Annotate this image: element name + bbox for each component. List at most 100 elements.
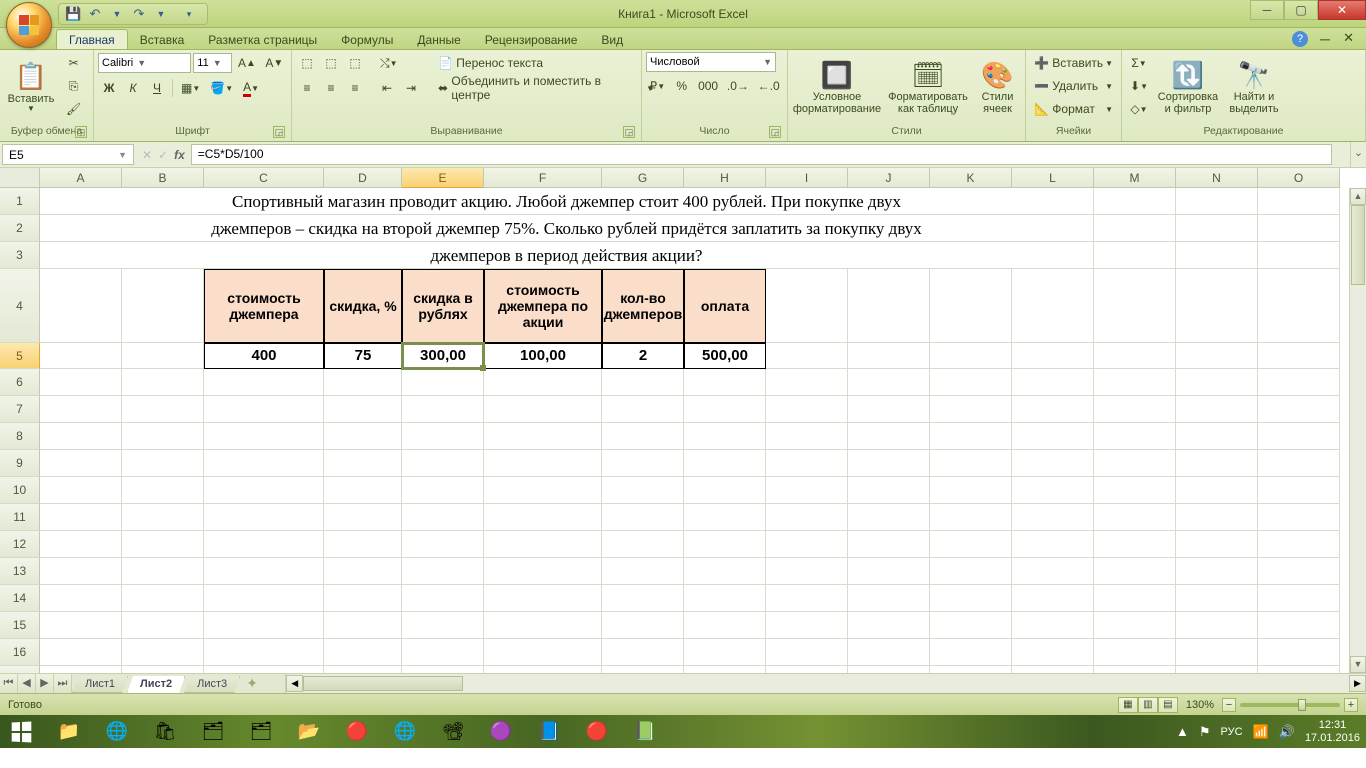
select-all-button[interactable] [0,168,40,188]
column-header-N[interactable]: N [1176,168,1258,188]
cell-N9[interactable] [1176,450,1258,477]
cell-L6[interactable] [1012,369,1094,396]
cell-G14[interactable] [602,585,684,612]
row-header-6[interactable]: 6 [0,369,40,396]
cell-L10[interactable] [1012,477,1094,504]
cell-L11[interactable] [1012,504,1094,531]
cell-N17[interactable] [1176,666,1258,673]
maximize-button[interactable]: ▢ [1284,0,1318,20]
taskbar-app-7[interactable]: 🔴 [334,717,380,747]
cell-M14[interactable] [1094,585,1176,612]
cell-A15[interactable] [40,612,122,639]
conditional-format-button[interactable]: 🔲Условное форматирование [792,52,882,124]
cell-G9[interactable] [602,450,684,477]
align-right-button[interactable]: ≡ [344,77,366,99]
cell-C5[interactable]: 400 [204,343,324,369]
sheet-tab-Лист1[interactable]: Лист1 [72,676,128,693]
cell-B13[interactable] [122,558,204,585]
cell-E6[interactable] [402,369,484,396]
cell-J13[interactable] [848,558,930,585]
merge-center-button[interactable]: ⬌ Объединить и поместить в центре ▼ [434,77,658,99]
cell-F13[interactable] [484,558,602,585]
font-size-combo[interactable]: 11▼ [193,53,232,73]
row-header-13[interactable]: 13 [0,558,40,585]
tab-data[interactable]: Данные [405,30,472,49]
cell-B12[interactable] [122,531,204,558]
cell-I12[interactable] [766,531,848,558]
font-color-button[interactable]: A▼ [239,77,263,99]
cell-E14[interactable] [402,585,484,612]
number-format-combo[interactable]: Числовой▼ [646,52,776,72]
clear-button[interactable]: ◇▼ [1126,98,1152,120]
cancel-formula-icon[interactable]: ✕ [142,148,152,162]
cell-O14[interactable] [1258,585,1340,612]
copy-button[interactable]: ⎘ [62,75,85,97]
tab-review[interactable]: Рецензирование [473,30,590,49]
cell-A9[interactable] [40,450,122,477]
cell-L15[interactable] [1012,612,1094,639]
font-dialog-icon[interactable]: ◲ [273,126,285,138]
cell-A10[interactable] [40,477,122,504]
cell-E12[interactable] [402,531,484,558]
scroll-down-icon[interactable]: ▼ [1350,656,1366,673]
cell-O5[interactable] [1258,343,1340,369]
cell-D4[interactable]: скидка, % [324,269,402,343]
row-header-10[interactable]: 10 [0,477,40,504]
formula-input[interactable]: =C5*D5/100 [191,144,1332,165]
row-header-14[interactable]: 14 [0,585,40,612]
column-header-E[interactable]: E [402,168,484,188]
cell-B7[interactable] [122,396,204,423]
cell-G4[interactable]: кол-во джемперов [602,269,684,343]
cell-M8[interactable] [1094,423,1176,450]
cell-B5[interactable] [122,343,204,369]
sheet-nav-next-icon[interactable]: ▶ [36,674,54,693]
redo-icon[interactable]: ↷ [131,6,147,22]
row-header-16[interactable]: 16 [0,639,40,666]
horizontal-scrollbar[interactable]: ◀ ▶ [285,674,1366,693]
expand-formula-bar-icon[interactable]: ⌄ [1350,142,1366,167]
cell-K12[interactable] [930,531,1012,558]
fill-color-button[interactable]: 🪣▼ [206,77,237,99]
scroll-right-icon[interactable]: ▶ [1349,675,1366,692]
cell-J11[interactable] [848,504,930,531]
column-header-A[interactable]: A [40,168,122,188]
align-top-button[interactable]: ⬚ [296,52,318,74]
align-dialog-icon[interactable]: ◲ [623,126,635,138]
cell-L7[interactable] [1012,396,1094,423]
cell-E13[interactable] [402,558,484,585]
row-header-15[interactable]: 15 [0,612,40,639]
cell-M1[interactable] [1094,188,1176,215]
find-select-button[interactable]: 🔭Найти и выделить [1224,52,1284,124]
cell-K14[interactable] [930,585,1012,612]
column-header-M[interactable]: M [1094,168,1176,188]
cell-G17[interactable] [602,666,684,673]
cell-N1[interactable] [1176,188,1258,215]
cell-B6[interactable] [122,369,204,396]
tab-page-layout[interactable]: Разметка страницы [196,30,329,49]
cell-C14[interactable] [204,585,324,612]
zoom-out-button[interactable]: − [1222,698,1236,712]
name-box[interactable]: E5▼ [2,144,134,165]
tray-flag-icon[interactable]: ⚑ [1199,724,1211,740]
sheet-tab-Лист3[interactable]: Лист3 [184,676,240,693]
cell-B14[interactable] [122,585,204,612]
tab-home[interactable]: Главная [56,29,128,49]
cell-F17[interactable] [484,666,602,673]
cell-H10[interactable] [684,477,766,504]
cell-D11[interactable] [324,504,402,531]
cell-A8[interactable] [40,423,122,450]
cell-C17[interactable] [204,666,324,673]
cell-N7[interactable] [1176,396,1258,423]
cell-M10[interactable] [1094,477,1176,504]
cell-A12[interactable] [40,531,122,558]
cell-H12[interactable] [684,531,766,558]
doc-close-icon[interactable]: ✕ [1343,30,1354,46]
cell-F15[interactable] [484,612,602,639]
cell-M12[interactable] [1094,531,1176,558]
cell-B8[interactable] [122,423,204,450]
cell-H4[interactable]: оплата [684,269,766,343]
tab-view[interactable]: Вид [589,30,635,49]
start-button[interactable] [0,715,42,748]
cell-J8[interactable] [848,423,930,450]
cell-B16[interactable] [122,639,204,666]
